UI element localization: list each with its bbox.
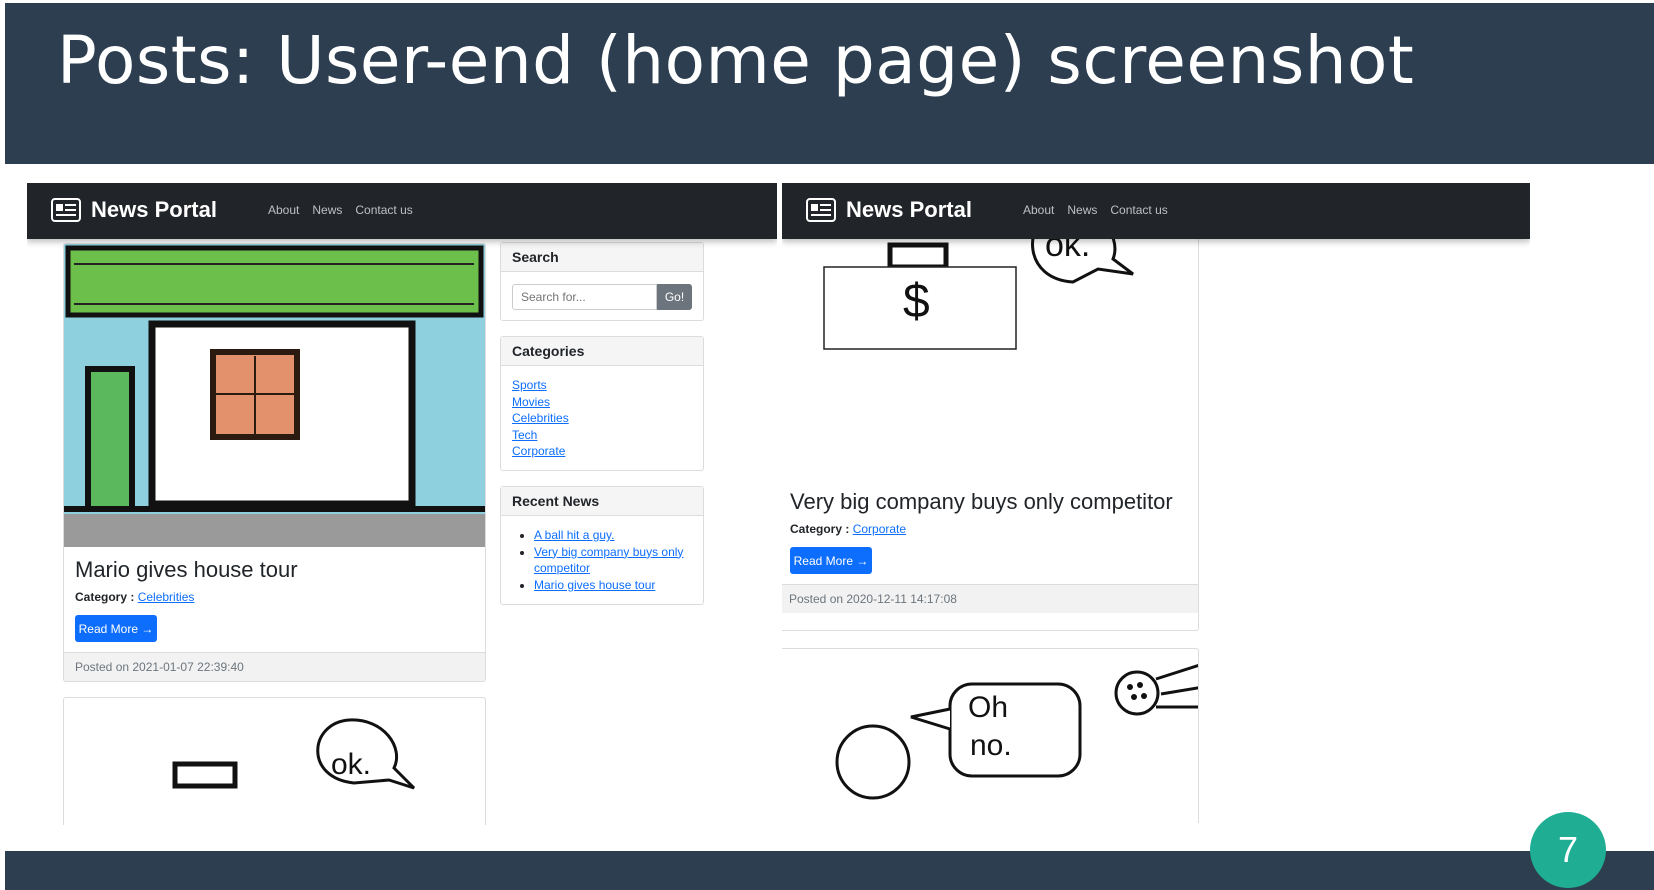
read-more-button[interactable]: Read More → xyxy=(790,547,872,574)
oh-speech-line2: no. xyxy=(970,729,1012,762)
nav-about[interactable]: About xyxy=(268,203,299,217)
post-title: Mario gives house tour xyxy=(75,557,298,582)
newspaper-icon xyxy=(51,198,81,222)
nav-links: About News Contact us xyxy=(1023,203,1168,217)
recent-news-link[interactable]: Very big company buys only competitor xyxy=(534,545,683,576)
post-image-briefcase xyxy=(823,207,1134,350)
post-footer: Posted on 2020-12-11 14:17:08 xyxy=(782,584,1198,613)
newspaper-icon xyxy=(806,198,836,222)
category-item-tech[interactable]: Tech xyxy=(512,427,569,444)
search-go-button[interactable]: Go! xyxy=(657,284,692,310)
post-card-next: ok. xyxy=(63,697,486,825)
search-widget: Search Go! xyxy=(500,242,704,321)
post-footer: Posted on 2021-01-07 22:39:40 xyxy=(64,652,485,681)
recent-news-link[interactable]: Mario gives house tour xyxy=(534,578,655,592)
post-card: $ ok. Very big company buys only competi… xyxy=(782,203,1199,631)
post-category: Category : Celebrities xyxy=(75,590,194,604)
list-item: Very big company buys only competitor xyxy=(534,544,694,577)
list-item: A ball hit a guy. xyxy=(534,527,694,544)
post-card-next: Oh no. xyxy=(782,648,1199,823)
ok-speech-text: ok. xyxy=(331,748,372,781)
category-item-celebrities[interactable]: Celebrities xyxy=(512,410,569,427)
brand-label: News Portal xyxy=(91,197,217,222)
slide-footer xyxy=(5,851,1654,890)
post-card: Mario gives house tour Category : Celebr… xyxy=(63,243,486,682)
categories-list: Sports Movies Celebrities Tech Corporate xyxy=(512,377,569,460)
post-category: Category : Corporate xyxy=(790,522,906,536)
category-item-movies[interactable]: Movies xyxy=(512,394,569,411)
nav-about[interactable]: About xyxy=(1023,203,1054,217)
read-more-button[interactable]: Read More → xyxy=(75,615,157,642)
categories-widget-title: Categories xyxy=(501,337,703,366)
search-input[interactable] xyxy=(512,284,657,310)
post-image-house xyxy=(64,244,485,547)
dollar-sign-text: $ xyxy=(903,275,930,328)
brand-link[interactable]: News Portal xyxy=(51,197,217,223)
nav-contact[interactable]: Contact us xyxy=(1110,203,1167,217)
category-label: Category : xyxy=(790,522,850,536)
nav-links: About News Contact us xyxy=(268,203,413,217)
nav-news[interactable]: News xyxy=(312,203,342,217)
page-number-badge: 7 xyxy=(1530,812,1606,888)
slide-title: Posts: User-end (home page) screenshot xyxy=(57,22,1415,99)
recent-news-widget-title: Recent News xyxy=(501,487,703,516)
list-item: Mario gives house tour xyxy=(534,577,694,594)
nav-contact[interactable]: Contact us xyxy=(355,203,412,217)
recent-news-list: A ball hit a guy. Very big company buys … xyxy=(521,527,694,593)
navbar: News Portal About News Contact us xyxy=(782,183,1530,239)
category-link[interactable]: Corporate xyxy=(853,522,906,536)
categories-widget: Categories Sports Movies Celebrities Tec… xyxy=(500,336,704,471)
nav-news[interactable]: News xyxy=(1067,203,1097,217)
post-image-briefcase xyxy=(172,718,416,790)
search-widget-title: Search xyxy=(501,243,703,272)
recent-news-link[interactable]: A ball hit a guy. xyxy=(534,528,615,542)
recent-news-widget: Recent News A ball hit a guy. Very big c… xyxy=(500,486,704,605)
category-link[interactable]: Celebrities xyxy=(138,590,195,604)
homepage-screenshot-right: News Portal About News Contact us $ ok. … xyxy=(782,183,1530,823)
category-item-sports[interactable]: Sports xyxy=(512,377,569,394)
category-item-corporate[interactable]: Corporate xyxy=(512,443,569,460)
homepage-screenshot-left: News Portal About News Contact us Mario … xyxy=(27,183,777,825)
search-form: Go! xyxy=(512,284,692,310)
brand-label: News Portal xyxy=(846,197,972,222)
navbar: News Portal About News Contact us xyxy=(27,183,777,239)
brand-link[interactable]: News Portal xyxy=(806,197,972,223)
oh-speech-line1: Oh xyxy=(968,691,1009,724)
category-label: Category : xyxy=(75,590,135,604)
post-title: Very big company buys only competitor xyxy=(790,489,1173,514)
